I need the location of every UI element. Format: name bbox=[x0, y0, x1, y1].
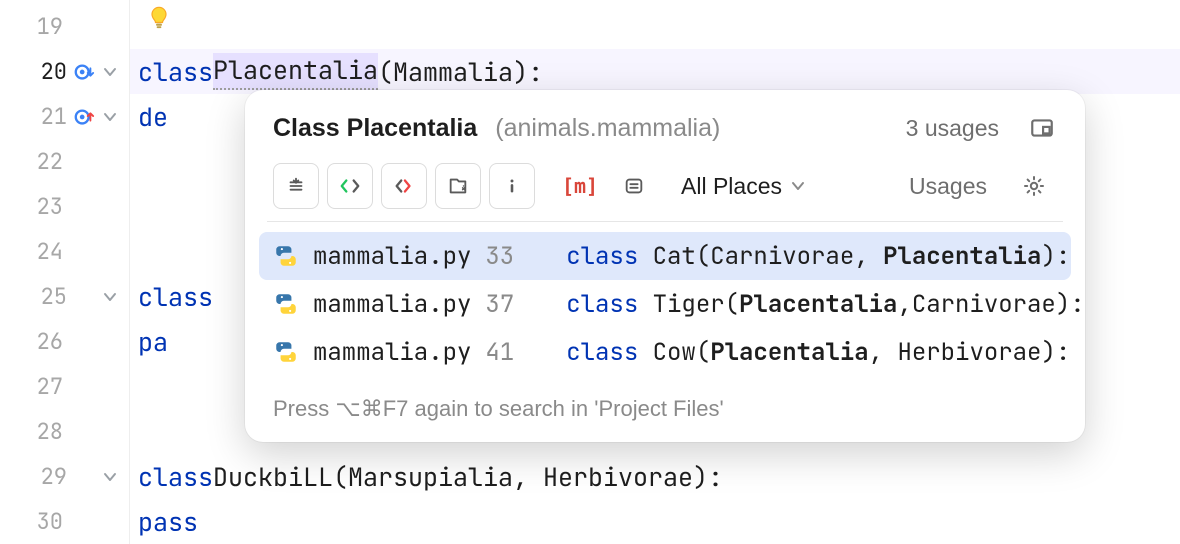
line-number: 27 bbox=[25, 372, 63, 401]
gutter-row: 19 bbox=[0, 4, 129, 49]
python-file-icon bbox=[273, 291, 299, 317]
override-up-icon[interactable] bbox=[73, 106, 95, 128]
settings-button[interactable] bbox=[1011, 163, 1057, 209]
fold-chevron-icon[interactable] bbox=[101, 288, 119, 306]
fold-chevron-icon[interactable] bbox=[101, 108, 119, 126]
chevron-down-icon bbox=[790, 173, 806, 200]
popup-toolbar: [m] All Places Usages bbox=[245, 161, 1085, 221]
usages-count: 3 usages bbox=[906, 115, 999, 142]
line-number: 30 bbox=[25, 507, 63, 536]
gutter-row: 27 bbox=[0, 364, 129, 409]
line-number: 41 bbox=[485, 337, 514, 368]
gutter-row: 26 bbox=[0, 319, 129, 364]
line-number: 20 bbox=[29, 57, 67, 86]
show-read-access-button[interactable] bbox=[327, 163, 373, 209]
line-number: 37 bbox=[485, 289, 514, 320]
line-number: 21 bbox=[29, 102, 67, 131]
usage-result-row[interactable]: mammalia.py 37 class Tiger(Placentalia,C… bbox=[259, 280, 1071, 328]
scope-selector[interactable]: All Places bbox=[673, 169, 814, 204]
file-name: mammalia.py bbox=[313, 289, 471, 320]
gutter-row: 29 bbox=[0, 454, 129, 499]
gutter-row: 21 bbox=[0, 94, 129, 139]
usages-popup: Class Placentalia (animals.mammalia) 3 u… bbox=[245, 90, 1085, 442]
intention-bulb-icon[interactable] bbox=[145, 5, 173, 33]
gutter-row: 20 bbox=[0, 49, 129, 94]
show-write-access-button[interactable] bbox=[381, 163, 427, 209]
line-number: 24 bbox=[25, 237, 63, 266]
popup-footer-hint: Press ⌥⌘F7 again to search in 'Project F… bbox=[245, 380, 1085, 442]
gutter-row: 28 bbox=[0, 409, 129, 454]
keyword: de bbox=[138, 100, 168, 134]
line-number: 26 bbox=[25, 327, 63, 356]
file-name: mammalia.py bbox=[313, 337, 471, 368]
popup-title: Class Placentalia bbox=[273, 114, 477, 143]
python-file-icon bbox=[273, 339, 299, 365]
info-button[interactable] bbox=[489, 163, 535, 209]
code-snippet: class Cow(Placentalia, Herbivorae): bbox=[566, 337, 1070, 368]
results-list: mammalia.py 33 class Cat(Carnivorae, Pla… bbox=[245, 222, 1085, 380]
class-name: Placentalia bbox=[213, 53, 378, 90]
preview-usages-button[interactable] bbox=[611, 163, 657, 209]
python-file-icon bbox=[273, 243, 299, 269]
usage-result-row[interactable]: mammalia.py 33 class Cat(Carnivorae, Pla… bbox=[259, 232, 1071, 280]
keyword: class bbox=[138, 55, 213, 89]
code-text: DuckbiLL(Marsupialia, Herbivorae): bbox=[213, 460, 723, 494]
line-number: 33 bbox=[485, 241, 514, 272]
usages-tab-label[interactable]: Usages bbox=[909, 173, 987, 200]
keyword: class bbox=[138, 280, 213, 314]
keyword: pass bbox=[138, 505, 198, 539]
override-down-icon[interactable] bbox=[73, 61, 95, 83]
base-class: Mammalia bbox=[393, 55, 513, 89]
line-number: 23 bbox=[25, 192, 63, 221]
keyword: class bbox=[138, 460, 213, 494]
code-line[interactable]: class DuckbiLL(Marsupialia, Herbivorae): bbox=[130, 454, 1180, 499]
line-number: 22 bbox=[25, 147, 63, 176]
gutter-row: 22 bbox=[0, 139, 129, 184]
line-number: 28 bbox=[25, 417, 63, 446]
filter-m-icon[interactable]: [m] bbox=[557, 163, 603, 209]
code-snippet: class Tiger(Placentalia,Carnivorae): bbox=[566, 289, 1084, 320]
show-import-usages-button[interactable] bbox=[435, 163, 481, 209]
code-line[interactable] bbox=[130, 4, 1180, 49]
usage-result-row[interactable]: mammalia.py 41 class Cow(Placentalia, He… bbox=[259, 328, 1071, 376]
popup-header: Class Placentalia (animals.mammalia) 3 u… bbox=[245, 90, 1085, 161]
gutter: 19 20 21 22 23 bbox=[0, 0, 130, 544]
line-number: 19 bbox=[25, 12, 63, 41]
navigate-previous-button[interactable] bbox=[273, 163, 319, 209]
open-find-window-icon[interactable] bbox=[1029, 115, 1057, 143]
code-snippet: class Cat(Carnivorae, Placentalia): bbox=[566, 241, 1070, 272]
fold-chevron-icon[interactable] bbox=[101, 468, 119, 486]
code-line[interactable]: class Placentalia(Mammalia): bbox=[130, 49, 1180, 94]
code-line[interactable]: pass bbox=[130, 499, 1180, 544]
popup-subtitle: (animals.mammalia) bbox=[495, 114, 720, 143]
line-number: 29 bbox=[29, 462, 67, 491]
gutter-row: 24 bbox=[0, 229, 129, 274]
gutter-row: 23 bbox=[0, 184, 129, 229]
gutter-row: 30 bbox=[0, 499, 129, 544]
gutter-row: 25 bbox=[0, 274, 129, 319]
scope-label: All Places bbox=[681, 173, 782, 200]
file-name: mammalia.py bbox=[313, 241, 471, 272]
fold-chevron-icon[interactable] bbox=[101, 63, 119, 81]
line-number: 25 bbox=[29, 282, 67, 311]
keyword: pa bbox=[138, 325, 168, 359]
